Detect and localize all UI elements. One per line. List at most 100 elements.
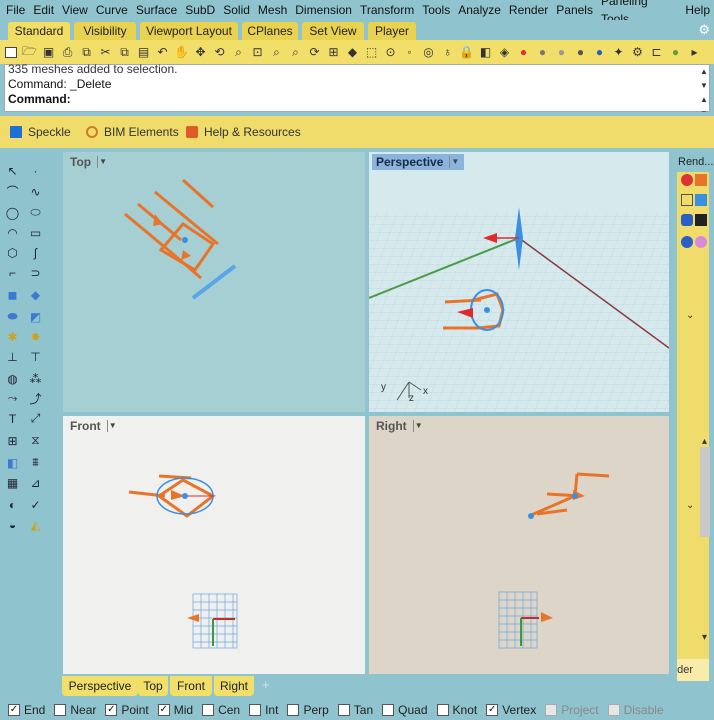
tab-front[interactable]: Front (170, 676, 212, 696)
checkbox-icon[interactable] (337, 704, 350, 716)
graduation-icon[interactable] (695, 214, 707, 226)
osnap-cen[interactable]: Cen (202, 703, 240, 717)
zoom-window-icon[interactable]: ⊡ (249, 44, 266, 61)
osnap-int[interactable]: Int (249, 703, 278, 717)
box-icon[interactable]: ◼ (4, 286, 21, 303)
polygon-icon[interactable]: ⬡ (4, 244, 21, 261)
tab-player[interactable]: Player (368, 22, 416, 40)
checkbox-icon[interactable]: ✓ (8, 704, 20, 716)
settings-gear-icon[interactable]: ⚙ (629, 44, 646, 61)
viewport-title-front[interactable]: Front ▼ (66, 418, 122, 434)
tab-set-view[interactable]: Set View (302, 22, 364, 40)
transform-icon[interactable]: ◐ (4, 496, 21, 513)
text-icon[interactable]: T (4, 410, 21, 427)
checkbox-icon[interactable]: ✓ (105, 704, 118, 716)
ellipse-icon[interactable]: ⬭ (27, 204, 44, 221)
display-icon[interactable] (695, 194, 707, 206)
command-area[interactable]: 335 meshes added to selection. Command: … (4, 62, 710, 118)
osnap-point[interactable]: ✓ Point (105, 703, 149, 717)
tab-visibility[interactable]: Visibility (74, 22, 136, 40)
chevron-down-icon[interactable]: ▼ (449, 156, 460, 168)
cylinder-icon[interactable]: ⬬ (4, 308, 21, 325)
osnap-mid[interactable]: ✓ Mid (157, 703, 193, 717)
save-icon[interactable]: ▣ (40, 44, 57, 61)
zoom-extents-icon[interactable]: ⌕ (268, 44, 285, 61)
rectangle-icon[interactable]: ▭ (27, 224, 44, 241)
color-wheel-icon[interactable]: ● (515, 44, 532, 61)
fillet-icon[interactable]: ⌐ (4, 264, 21, 281)
offset-icon[interactable]: ⊃ (27, 264, 44, 281)
osnap-quad[interactable]: Quad (382, 703, 428, 717)
command-scrollbar[interactable]: ▲▼▲▼ (699, 65, 709, 118)
shade-icon[interactable]: ◒ (4, 516, 21, 533)
subd-icon[interactable]: ✸ (27, 328, 44, 345)
properties-icon[interactable]: ◈ (496, 44, 513, 61)
osnap-tan[interactable]: Tan (337, 703, 373, 717)
render-button[interactable]: nder (677, 659, 709, 681)
zoom-icon[interactable]: ⌕ (230, 44, 247, 61)
layer-icon[interactable]: ◧ (477, 44, 494, 61)
viewport-title-right[interactable]: Right ▼ (372, 418, 428, 434)
pan-icon[interactable]: ✋ (173, 44, 190, 61)
chevron-down-icon[interactable]: ⌄ (686, 310, 694, 321)
menu-view[interactable]: View (58, 1, 92, 19)
explode-icon[interactable]: ⤴ (27, 390, 44, 407)
mesh-icon[interactable]: ✱ (4, 328, 21, 345)
snap-icon[interactable]: ⊙ (382, 44, 399, 61)
block-icon[interactable]: ◧ (4, 454, 21, 471)
join-icon[interactable]: ⤳ (4, 390, 21, 407)
checkbox-icon[interactable] (382, 704, 395, 716)
paste-icon[interactable]: ▤ (135, 44, 152, 61)
panel-title[interactable]: Rend... (678, 156, 713, 168)
tab-standard[interactable]: Standard (8, 22, 70, 40)
analyze-icon[interactable]: ⊿ (27, 474, 44, 491)
menu-mesh[interactable]: Mesh (254, 1, 291, 19)
curve-icon[interactable]: ∿ (27, 183, 44, 200)
menu-curve[interactable]: Curve (92, 1, 132, 19)
add-viewport-icon[interactable]: + (262, 677, 270, 692)
menu-edit[interactable]: Edit (29, 1, 58, 19)
surface-icon[interactable]: ◆ (27, 286, 44, 303)
osnap-perp[interactable]: Perp (287, 703, 329, 717)
menu-render[interactable]: Render (505, 1, 552, 19)
viewport-front[interactable]: Front ▼ (63, 416, 365, 674)
help-resources-button[interactable]: Help & Resources (186, 121, 301, 143)
point-icon[interactable]: ◦ (401, 44, 418, 61)
freeform-icon[interactable]: ∫ (27, 244, 44, 261)
tab-top[interactable]: Top (138, 676, 168, 696)
viewport-right[interactable]: Right ▼ (369, 416, 669, 674)
arc-icon[interactable]: ◠ (4, 224, 21, 241)
boolean-icon[interactable]: ◍ (4, 370, 21, 387)
layers-icon[interactable] (695, 174, 707, 186)
panel-scrollbar[interactable] (700, 447, 710, 537)
tab-cplanes[interactable]: CPlanes (242, 22, 298, 40)
checkbox-icon[interactable] (545, 704, 558, 716)
render-icon[interactable]: ● (591, 44, 608, 61)
osnap-end[interactable]: ✓ End (8, 703, 45, 717)
scroll-up-icon[interactable]: ▴ (702, 436, 707, 447)
circle-icon[interactable]: ◯ (4, 204, 21, 221)
copy-icon[interactable]: ⧉ (116, 44, 133, 61)
select-arrow-icon[interactable]: ↖ (4, 162, 21, 179)
menu-file[interactable]: File (2, 1, 29, 19)
menu-panels[interactable]: Panels (552, 1, 597, 19)
checkbox-icon[interactable] (607, 704, 620, 716)
gear-icon[interactable]: ⚙ (698, 22, 710, 38)
point-tool-icon[interactable]: · (27, 162, 44, 179)
new-file-icon[interactable] (2, 44, 19, 61)
split-icon[interactable]: ⊥ (4, 348, 21, 365)
dimension-icon[interactable]: ⤢ (27, 410, 44, 427)
import-icon[interactable]: ⧉ (78, 44, 95, 61)
environment-icon[interactable]: ● (572, 44, 589, 61)
open-folder-icon[interactable]: 🗁 (21, 44, 38, 61)
undo-icon[interactable]: ↶ (154, 44, 171, 61)
menu-dimension[interactable]: Dimension (291, 1, 356, 19)
zoom-selected-icon[interactable]: ⌕ (287, 44, 304, 61)
mirror-icon[interactable]: ⧖ (27, 432, 44, 449)
tab-perspective[interactable]: Perspective (62, 676, 138, 696)
osnap-project[interactable]: Project (545, 703, 599, 717)
viewport-title-top[interactable]: Top ▼ (66, 154, 112, 170)
viewport-top[interactable]: Top ▼ (63, 152, 365, 412)
command-prompt[interactable]: Command: (8, 92, 709, 107)
chevron-down-icon[interactable]: ▼ (97, 156, 108, 168)
